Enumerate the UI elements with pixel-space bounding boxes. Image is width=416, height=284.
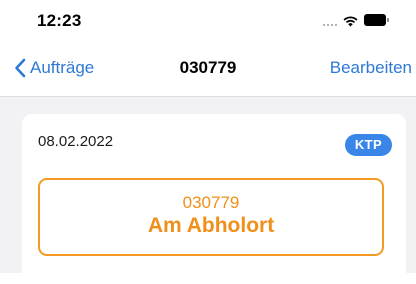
status-icons — [323, 13, 390, 27]
status-time: 12:23 — [37, 11, 82, 30]
navigation-bar: Aufträge 030779 Bearbeiten — [0, 44, 416, 97]
signal-icon — [323, 14, 337, 26]
edit-button[interactable]: Bearbeiten — [330, 58, 412, 78]
battery-icon — [364, 14, 390, 26]
order-status-box[interactable]: 030779 Am Abholort — [38, 178, 384, 256]
order-date: 08.02.2022 — [38, 133, 114, 150]
order-number: 030779 — [182, 193, 240, 212]
order-status: Am Abholort — [147, 214, 275, 237]
status-bar: 12:23 — [0, 0, 416, 44]
wifi-icon — [343, 16, 358, 26]
content-area: 08.02.2022 KTP 030779 Am Abholort — [0, 97, 416, 284]
order-card[interactable]: 08.02.2022 KTP 030779 Am Abholort — [22, 114, 406, 284]
order-type-badge: KTP — [345, 134, 392, 156]
